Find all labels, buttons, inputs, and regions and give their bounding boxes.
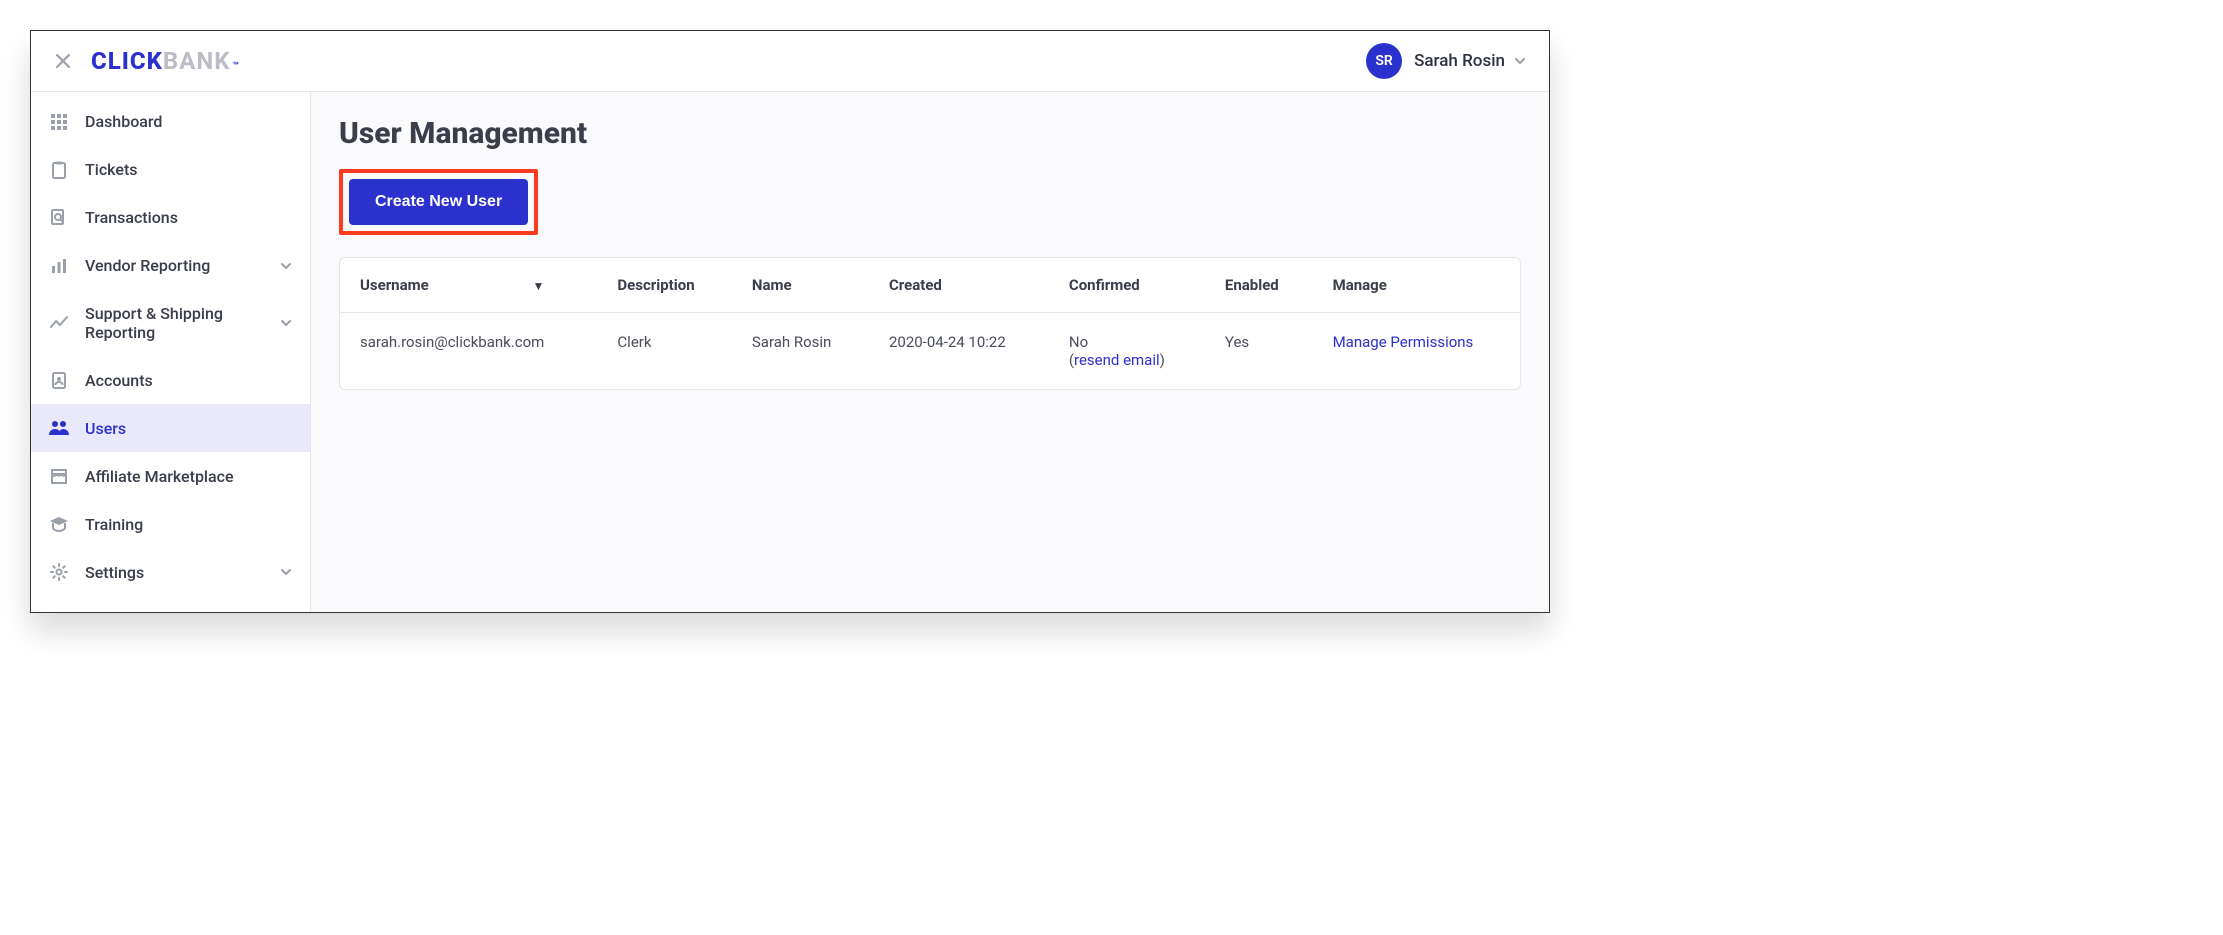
grad-cap-icon [49, 514, 69, 534]
resend-email-link[interactable]: resend email [1074, 351, 1160, 369]
users-table: Username ▼ Description Name Created Conf… [339, 257, 1521, 390]
store-icon [49, 466, 69, 486]
logo-click: CLICK [91, 47, 163, 75]
sidebar-item-label: Tickets [85, 160, 292, 179]
col-description[interactable]: Description [597, 258, 731, 313]
sidebar-item-label: Users [85, 419, 292, 438]
sidebar-item-support-shipping[interactable]: Support & Shipping Reporting [31, 290, 310, 356]
cell-confirmed: No (resend email) [1049, 313, 1205, 390]
sidebar-item-label: Dashboard [85, 112, 292, 131]
sidebar-item-label: Accounts [85, 371, 292, 390]
sidebar-item-label: Training [85, 515, 292, 534]
bar-chart-icon [49, 256, 69, 276]
main-content: User Management Create New User Username… [311, 92, 1549, 612]
sidebar-item-label: Settings [85, 563, 264, 582]
logo-bank: BANK [163, 47, 231, 75]
topbar: CLICKBANK™ SR Sarah Rosin [31, 31, 1549, 92]
cell-manage: Manage Permissions [1313, 313, 1520, 390]
chevron-down-icon [280, 566, 292, 578]
sidebar-item-settings[interactable]: Settings [31, 548, 310, 596]
chevron-down-icon[interactable] [1513, 54, 1527, 68]
grid-icon [49, 112, 69, 132]
sidebar-item-dashboard[interactable]: Dashboard [31, 98, 310, 146]
page-title: User Management [339, 116, 1521, 151]
col-created[interactable]: Created [869, 258, 1049, 313]
sidebar-item-label: Support & Shipping Reporting [85, 304, 264, 342]
logo[interactable]: CLICKBANK™ [91, 47, 240, 75]
close-icon[interactable] [53, 51, 73, 71]
col-confirmed[interactable]: Confirmed [1049, 258, 1205, 313]
clipboard-icon [49, 160, 69, 180]
cell-enabled: Yes [1205, 313, 1313, 390]
col-name[interactable]: Name [732, 258, 869, 313]
sidebar: Dashboard Tickets Transactions Vendor Re… [31, 92, 311, 612]
create-new-user-button[interactable]: Create New User [349, 179, 528, 225]
table-row: sarah.rosin@clickbank.com Clerk Sarah Ro… [340, 313, 1520, 390]
avatar-initials: SR [1375, 53, 1392, 69]
chevron-down-icon [280, 260, 292, 272]
sidebar-item-vendor-reporting[interactable]: Vendor Reporting [31, 242, 310, 290]
sidebar-item-label: Affiliate Marketplace [85, 467, 292, 486]
gear-icon [49, 562, 69, 582]
sidebar-item-training[interactable]: Training [31, 500, 310, 548]
col-username[interactable]: Username ▼ [340, 258, 597, 313]
avatar[interactable]: SR [1366, 43, 1402, 79]
logo-tm: ™ [233, 61, 240, 72]
manage-permissions-link[interactable]: Manage Permissions [1333, 333, 1474, 351]
sidebar-item-marketplace[interactable]: Affiliate Marketplace [31, 452, 310, 500]
sidebar-item-tickets[interactable]: Tickets [31, 146, 310, 194]
resend-wrapper: (resend email) [1069, 351, 1165, 369]
sidebar-item-label: Vendor Reporting [85, 256, 264, 275]
users-icon [49, 418, 69, 438]
id-badge-icon [49, 370, 69, 390]
cell-name: Sarah Rosin [732, 313, 869, 390]
confirmed-value: No [1069, 333, 1185, 351]
highlight-box: Create New User [339, 169, 538, 235]
col-enabled[interactable]: Enabled [1205, 258, 1313, 313]
sidebar-item-users[interactable]: Users [31, 404, 310, 452]
chevron-down-icon [280, 317, 292, 329]
cell-description: Clerk [597, 313, 731, 390]
sidebar-item-transactions[interactable]: Transactions [31, 194, 310, 242]
user-name[interactable]: Sarah Rosin [1414, 51, 1505, 71]
sidebar-item-accounts[interactable]: Accounts [31, 356, 310, 404]
sort-desc-icon: ▼ [532, 279, 544, 293]
trend-icon [49, 313, 69, 333]
header-label: Username [360, 276, 429, 294]
cell-username: sarah.rosin@clickbank.com [340, 313, 597, 390]
receipt-search-icon [49, 208, 69, 228]
cell-created: 2020-04-24 10:22 [869, 313, 1049, 390]
col-manage[interactable]: Manage [1313, 258, 1520, 313]
sidebar-item-label: Transactions [85, 208, 292, 227]
